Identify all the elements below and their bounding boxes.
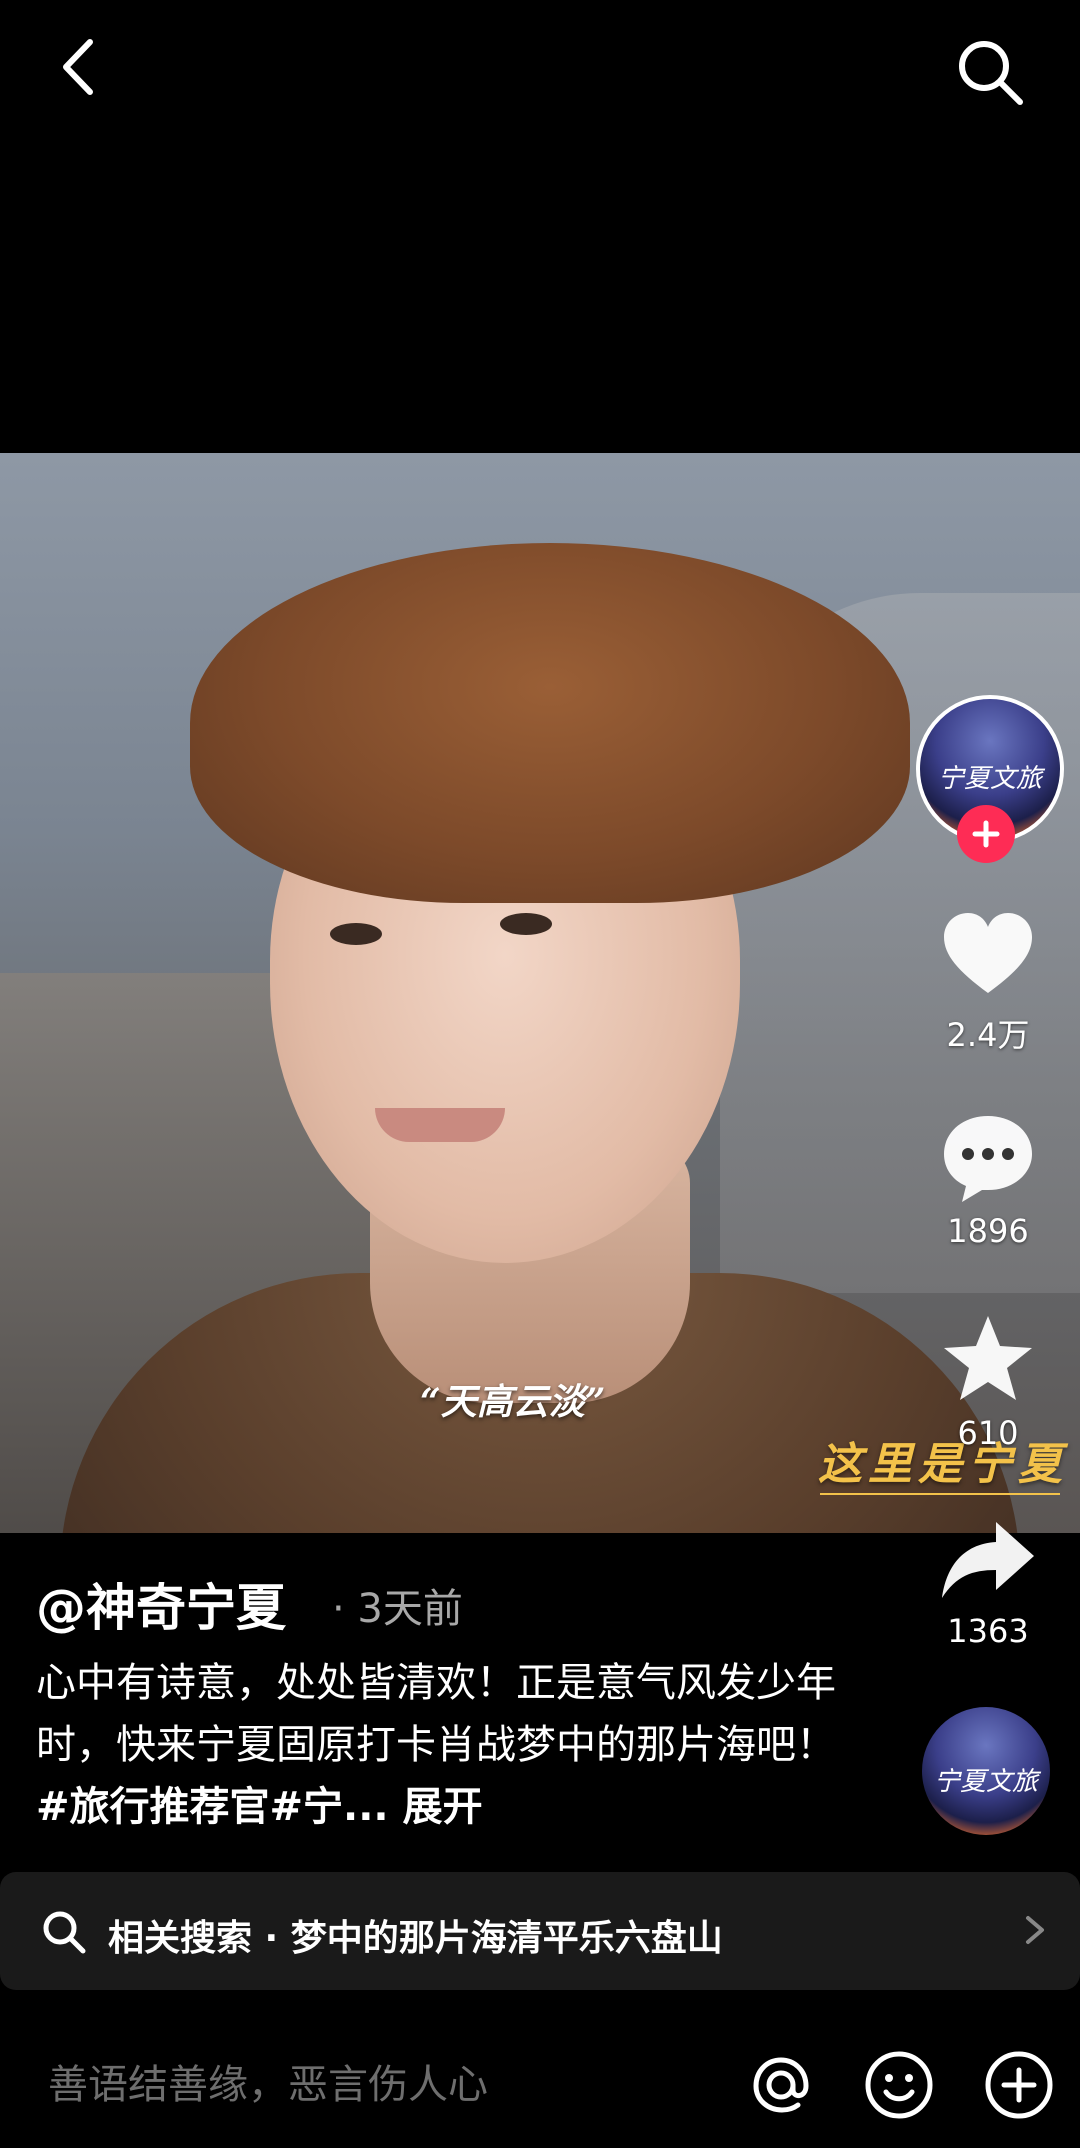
music-disc[interactable]: 宁夏文旅 bbox=[922, 1707, 1050, 1835]
video-caption: “天高云淡” bbox=[420, 1381, 606, 1423]
like-button[interactable] bbox=[938, 905, 1038, 1009]
share-arrow-icon bbox=[942, 1522, 1034, 1598]
video-person-eye bbox=[500, 913, 552, 935]
search-icon bbox=[43, 1911, 86, 1954]
disc-logo-text: 宁夏文旅 bbox=[933, 1766, 1038, 1797]
watermark-underline bbox=[820, 1493, 1060, 1495]
back-button[interactable] bbox=[48, 32, 118, 102]
favorite-count: 610 bbox=[957, 1414, 1019, 1452]
video-person-eye bbox=[330, 923, 382, 945]
emoji-button[interactable] bbox=[862, 2048, 936, 2126]
heart-icon bbox=[944, 913, 1032, 993]
at-icon bbox=[753, 2057, 809, 2113]
avatar-logo-text: 宁夏文旅 bbox=[937, 763, 1042, 794]
author-name[interactable]: @神奇宁夏 bbox=[36, 1568, 286, 1640]
follow-button[interactable] bbox=[957, 805, 1015, 863]
description-text: 心中有诗意，处处皆清欢！正是意气风发少年时，快来宁夏固原打卡肖战梦中的那片海吧！ bbox=[36, 1660, 836, 1768]
share-button[interactable] bbox=[938, 1512, 1038, 1616]
chevron-left-icon bbox=[63, 39, 93, 95]
post-description: 心中有诗意，处处皆清欢！正是意气风发少年时，快来宁夏固原打卡肖战梦中的那片海吧！… bbox=[36, 1652, 856, 1838]
expand-button[interactable]: 展开 bbox=[403, 1784, 483, 1830]
add-button[interactable] bbox=[982, 2048, 1056, 2126]
star-icon bbox=[944, 1316, 1032, 1400]
search-button[interactable] bbox=[950, 32, 1030, 112]
related-search-bar[interactable]: 相关搜索 · 梦中的那片海清平乐六盘山 bbox=[0, 1872, 1080, 1990]
comment-count: 1896 bbox=[947, 1212, 1029, 1250]
search-icon bbox=[959, 41, 1023, 105]
comment-input[interactable]: 善语结善缘，恶言伤人心 bbox=[48, 2052, 488, 2110]
hashtags[interactable]: #旅行推荐官#宁... bbox=[36, 1784, 389, 1830]
video-person-hat bbox=[190, 543, 910, 903]
share-count: 1363 bbox=[947, 1612, 1029, 1650]
comment-button[interactable] bbox=[938, 1108, 1038, 1212]
plus-circle-icon bbox=[985, 2051, 1053, 2119]
video-player[interactable]: “天高云淡” 这里是宁夏 bbox=[0, 453, 1080, 1533]
like-count: 2.4万 bbox=[946, 1016, 1030, 1054]
related-search-label: 相关搜索 · 梦中的那片海清平乐六盘山 bbox=[108, 1918, 723, 1959]
favorite-button[interactable] bbox=[938, 1310, 1038, 1414]
video-person-mouth bbox=[375, 1108, 505, 1142]
mention-button[interactable] bbox=[744, 2048, 818, 2126]
plus-icon bbox=[972, 820, 1000, 848]
comment-bubble-icon bbox=[944, 1116, 1032, 1202]
post-time: · 3天前 bbox=[332, 1586, 463, 1632]
smiley-icon bbox=[865, 2051, 933, 2119]
chevron-right-icon bbox=[1026, 1916, 1044, 1944]
